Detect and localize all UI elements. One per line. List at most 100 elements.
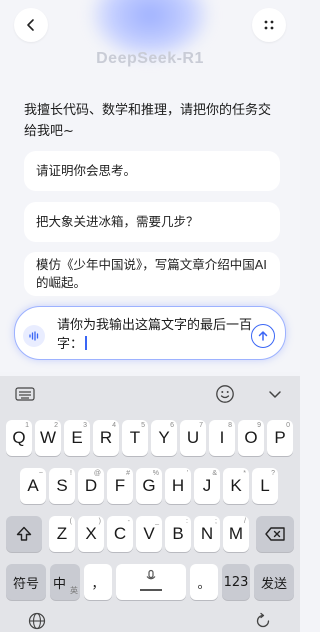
keyboard-settings-button[interactable] bbox=[14, 383, 36, 405]
key-label: M bbox=[228, 524, 244, 543]
key-sublabel: 7 bbox=[199, 422, 203, 429]
key-g[interactable]: G% bbox=[136, 468, 162, 504]
collapse-keyboard-button[interactable] bbox=[264, 383, 286, 405]
key-label: R bbox=[99, 428, 113, 447]
chat-area: DeepSeek-R1 我擅长代码、数学和推理，请把你的任务交给我吧~ 请证明你… bbox=[0, 0, 300, 372]
message-input[interactable]: 请你为我输出这篇文字的最后一百字： bbox=[14, 306, 286, 360]
key-label: G bbox=[142, 476, 156, 495]
key-label: K bbox=[230, 476, 242, 495]
key-p[interactable]: P0 bbox=[267, 420, 293, 456]
key-n[interactable]: N; bbox=[194, 516, 220, 552]
language-switch-key[interactable]: 中 英 bbox=[50, 564, 80, 600]
welcome-message: 我擅长代码、数学和推理，请把你的任务交给我吧~ bbox=[24, 103, 272, 139]
key-sublabel: ~ bbox=[38, 470, 43, 477]
back-button[interactable] bbox=[14, 8, 48, 42]
globe-icon bbox=[28, 612, 46, 630]
key-e[interactable]: E3 bbox=[64, 420, 90, 456]
emoji-button[interactable] bbox=[214, 383, 236, 405]
key-x[interactable]: X) bbox=[78, 516, 104, 552]
key-i[interactable]: I8 bbox=[209, 420, 235, 456]
key-label: Q bbox=[12, 428, 26, 447]
key-j[interactable]: J & bbox=[194, 468, 220, 504]
key-v[interactable]: V _ bbox=[136, 516, 162, 552]
key-h[interactable]: H ' bbox=[165, 468, 191, 504]
delete-key[interactable] bbox=[256, 516, 294, 552]
key-sublabel: _ bbox=[155, 518, 159, 525]
key-l[interactable]: L? bbox=[252, 468, 278, 504]
send-key-label: 发送 bbox=[260, 576, 287, 592]
key-r[interactable]: R4 bbox=[93, 420, 119, 456]
key-sublabel: @ bbox=[93, 470, 101, 477]
key-label: L bbox=[260, 476, 270, 495]
comma-key[interactable]: ， bbox=[84, 564, 112, 600]
key-z[interactable]: Z( bbox=[49, 516, 75, 552]
voice-button[interactable] bbox=[23, 325, 45, 347]
shift-icon bbox=[16, 526, 32, 541]
key-sublabel: % bbox=[152, 470, 159, 477]
key-f[interactable]: F # bbox=[107, 468, 133, 504]
key-sublabel: ' bbox=[186, 470, 188, 477]
suggestion-label: 请证明你会思考。 bbox=[36, 163, 137, 178]
suggestion-label: 把大象关进冰箱，需要几步？ bbox=[36, 214, 199, 229]
key-q[interactable]: Q1 bbox=[6, 420, 32, 456]
backspace-icon bbox=[265, 527, 285, 541]
send-button[interactable] bbox=[251, 324, 275, 348]
symbols-key[interactable]: 符号 bbox=[6, 564, 46, 600]
refresh-icon bbox=[256, 612, 270, 628]
symbols-label: 符号 bbox=[12, 576, 39, 592]
refresh-button[interactable] bbox=[254, 612, 272, 632]
emoji-icon bbox=[216, 385, 234, 403]
suggestion-chip[interactable]: 把大象关进冰箱，需要几步？ bbox=[24, 202, 280, 242]
key-label: O bbox=[244, 428, 258, 447]
key-b[interactable]: B: bbox=[165, 516, 191, 552]
key-sublabel: 6 bbox=[170, 422, 174, 429]
key-sublabel: - bbox=[127, 518, 130, 525]
key-label: T bbox=[129, 428, 141, 447]
voice-wave-icon bbox=[29, 331, 39, 341]
key-sublabel: 1 bbox=[25, 422, 29, 429]
keyboard-toolbar bbox=[0, 376, 300, 410]
globe-button[interactable] bbox=[28, 612, 46, 632]
key-sublabel: 3 bbox=[83, 422, 87, 429]
dots-grid-icon bbox=[264, 20, 274, 30]
key-w[interactable]: W2 bbox=[35, 420, 61, 456]
send-key[interactable]: 发送 bbox=[254, 564, 294, 600]
key-c[interactable]: C- bbox=[107, 516, 133, 552]
key-o[interactable]: O9 bbox=[238, 420, 264, 456]
key-s[interactable]: S! bbox=[49, 468, 75, 504]
period-label: 。 bbox=[197, 576, 211, 592]
period-key[interactable]: 。 bbox=[190, 564, 218, 600]
key-k[interactable]: K * bbox=[223, 468, 249, 504]
keyboard-bottom-bar bbox=[0, 610, 300, 632]
key-y[interactable]: Y6 bbox=[151, 420, 177, 456]
key-d[interactable]: D @ bbox=[78, 468, 104, 504]
numbers-label: 123 bbox=[223, 574, 249, 590]
space-key[interactable] bbox=[116, 564, 186, 600]
key-a[interactable]: A ~ bbox=[20, 468, 46, 504]
key-label: A bbox=[27, 476, 39, 495]
suggestion-chip[interactable]: 请证明你会思考。 bbox=[24, 151, 280, 191]
shift-key[interactable] bbox=[6, 516, 42, 552]
key-sublabel: ! bbox=[70, 470, 72, 477]
key-sublabel: ; bbox=[215, 518, 217, 525]
model-title: DeepSeek-R1 bbox=[96, 50, 204, 67]
language-label: 中 bbox=[53, 576, 67, 592]
comma-label: ， bbox=[91, 576, 105, 592]
key-u[interactable]: U7 bbox=[180, 420, 206, 456]
language-sublabel: 英 bbox=[70, 586, 78, 595]
key-label: U bbox=[186, 428, 200, 447]
text-cursor bbox=[85, 336, 87, 350]
key-sublabel: 9 bbox=[257, 422, 261, 429]
soft-keyboard: Q1 W2 E3 R4 T5 Y6 U7 I8 O9 P0 A ~ S! D @ F… bbox=[0, 376, 300, 632]
key-sublabel: ) bbox=[98, 518, 101, 525]
key-sublabel: 8 bbox=[228, 422, 232, 429]
key-t[interactable]: T5 bbox=[122, 420, 148, 456]
key-sublabel: / bbox=[244, 518, 246, 525]
key-sublabel: : bbox=[186, 518, 188, 525]
suggestion-chip[interactable]: 模仿《少年中国说》，写篇文章介绍中国AI的崛起。 bbox=[24, 252, 280, 296]
key-m[interactable]: M / bbox=[223, 516, 249, 552]
more-button[interactable] bbox=[252, 8, 286, 42]
numbers-key[interactable]: 123 bbox=[222, 564, 250, 600]
key-label: X bbox=[85, 524, 97, 543]
key-label: F bbox=[114, 476, 126, 495]
